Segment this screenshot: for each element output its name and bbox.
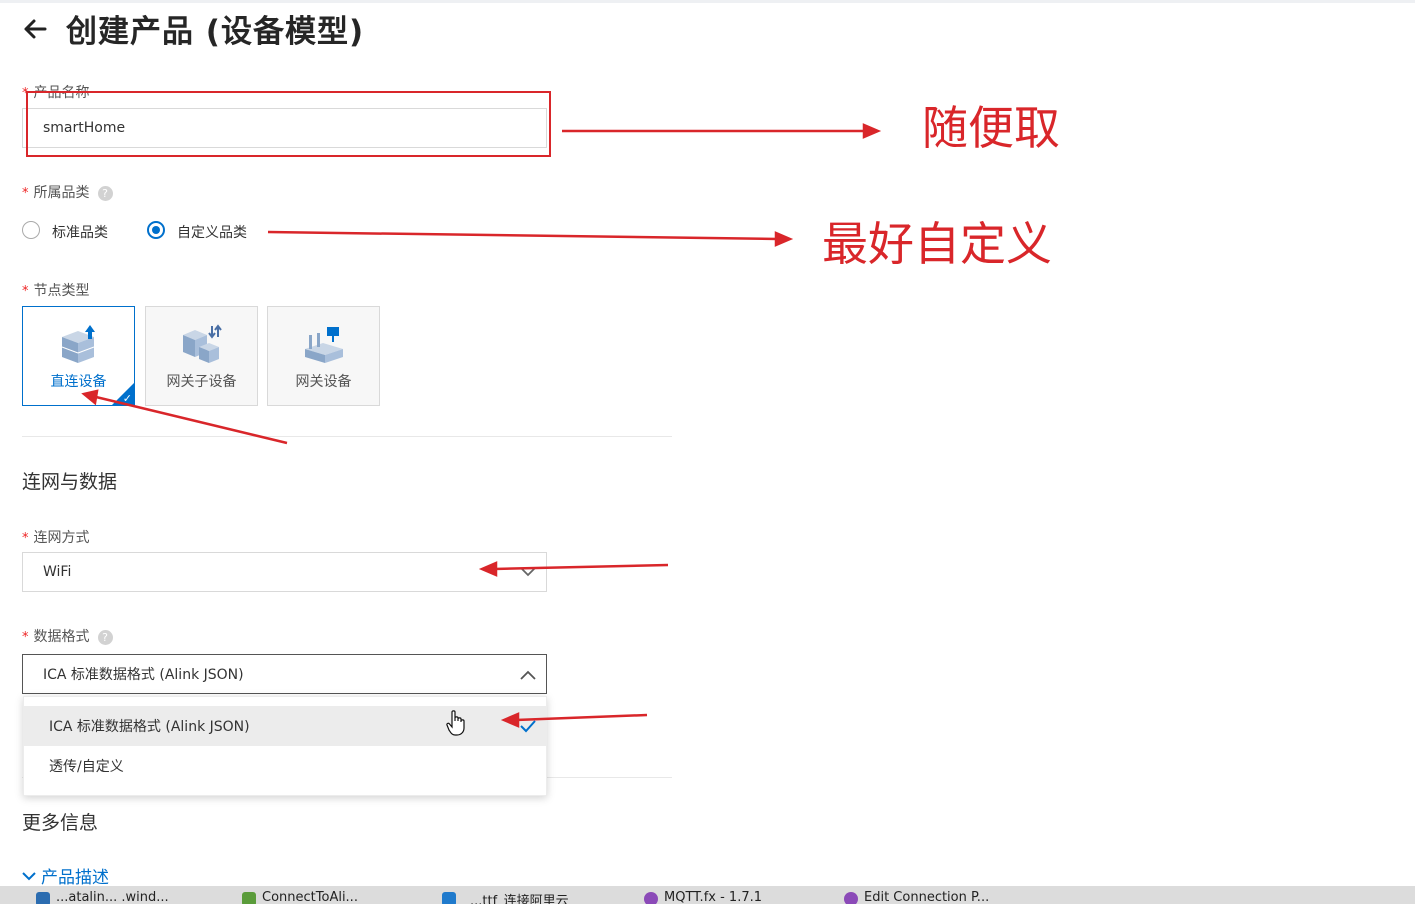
taskbar-item[interactable]: MQTT.fx - 1.7.1	[664, 890, 762, 904]
radio-standard-category-label[interactable]: 标准品类	[52, 222, 108, 242]
data-format-value: ICA 标准数据格式 (Alink JSON)	[43, 667, 244, 683]
taskbar-item[interactable]: ConnectToAli...	[262, 890, 358, 904]
node-card-gateway-subdevice[interactable]: 网关子设备	[145, 306, 258, 406]
gateway-device-icon	[305, 327, 343, 363]
required-mark: *	[22, 531, 29, 546]
radio-standard-category[interactable]	[22, 221, 40, 239]
chevron-down-icon[interactable]	[22, 871, 36, 881]
data-format-label-text: 数据格式	[33, 629, 90, 645]
radio-custom-category[interactable]	[147, 221, 165, 239]
window-app-icon	[36, 892, 50, 904]
node-type-label-text: 节点类型	[33, 283, 90, 299]
top-border	[0, 0, 1415, 3]
radio-custom-category-label[interactable]: 自定义品类	[177, 222, 247, 242]
dropdown-option-label: 透传/自定义	[49, 759, 124, 775]
category-label: * 所属品类?	[22, 182, 113, 202]
connection-select[interactable]: WiFi	[22, 552, 547, 592]
page-title: 创建产品 (设备模型)	[66, 14, 365, 50]
hand-cursor-icon	[446, 710, 465, 736]
more-section-title: 更多信息	[22, 812, 99, 834]
node-card-direct-device[interactable]: 直连设备 ✓	[22, 306, 135, 406]
section-divider	[22, 436, 672, 437]
data-format-select[interactable]: ICA 标准数据格式 (Alink JSON)	[22, 654, 547, 694]
taskbar: ...atalin... .wind... ConnectToAli... ..…	[0, 886, 1415, 904]
mqttfx-icon	[844, 892, 858, 904]
connection-value: WiFi	[43, 564, 72, 580]
connection-label: * 连网方式	[22, 527, 90, 547]
dropdown-option-passthrough[interactable]: 透传/自定义	[24, 746, 546, 786]
taskbar-item[interactable]: ...atalin... .wind...	[56, 890, 169, 904]
chevron-up-icon[interactable]	[520, 670, 536, 680]
node-card-gateway-device[interactable]: 网关设备	[267, 306, 380, 406]
product-description-toggle[interactable]: 产品描述	[41, 863, 109, 888]
code-file-icon	[242, 892, 256, 904]
data-format-dropdown: ICA 标准数据格式 (Alink JSON) 透传/自定义	[23, 696, 547, 796]
required-mark: *	[22, 284, 29, 299]
required-mark: *	[22, 630, 29, 645]
annotation-note-2: 最好自定义	[822, 217, 1052, 271]
network-section-title: 连网与数据	[22, 471, 118, 493]
node-type-label: * 节点类型	[22, 280, 90, 300]
annotation-note-1: 随便取	[922, 101, 1060, 155]
arrow-left-icon[interactable]	[20, 14, 50, 44]
help-icon[interactable]: ?	[97, 629, 113, 645]
category-label-text: 所属品类	[33, 185, 90, 201]
taskbar-item[interactable]: Edit Connection P...	[864, 890, 989, 904]
check-icon	[520, 720, 536, 733]
mqttfx-icon	[644, 892, 658, 904]
direct-device-icon	[61, 325, 95, 363]
gateway-subdevice-icon	[183, 324, 222, 363]
check-icon: ✓	[122, 392, 132, 405]
node-card-label: 网关子设备	[166, 374, 237, 390]
data-format-label: * 数据格式?	[22, 626, 113, 646]
required-mark: *	[22, 186, 29, 201]
dropdown-option-label: ICA 标准数据格式 (Alink JSON)	[49, 719, 250, 735]
connection-label-text: 连网方式	[33, 530, 90, 546]
node-card-label: 网关设备	[295, 374, 352, 390]
annotation-highlight-box	[26, 91, 551, 157]
dropdown-option-alink-json[interactable]: ICA 标准数据格式 (Alink JSON)	[24, 706, 546, 746]
help-icon[interactable]: ?	[97, 185, 113, 201]
taskbar-item[interactable]: ...ttf_连接阿里云	[470, 890, 569, 904]
vscode-icon	[442, 892, 456, 904]
chevron-down-icon[interactable]	[520, 567, 536, 577]
